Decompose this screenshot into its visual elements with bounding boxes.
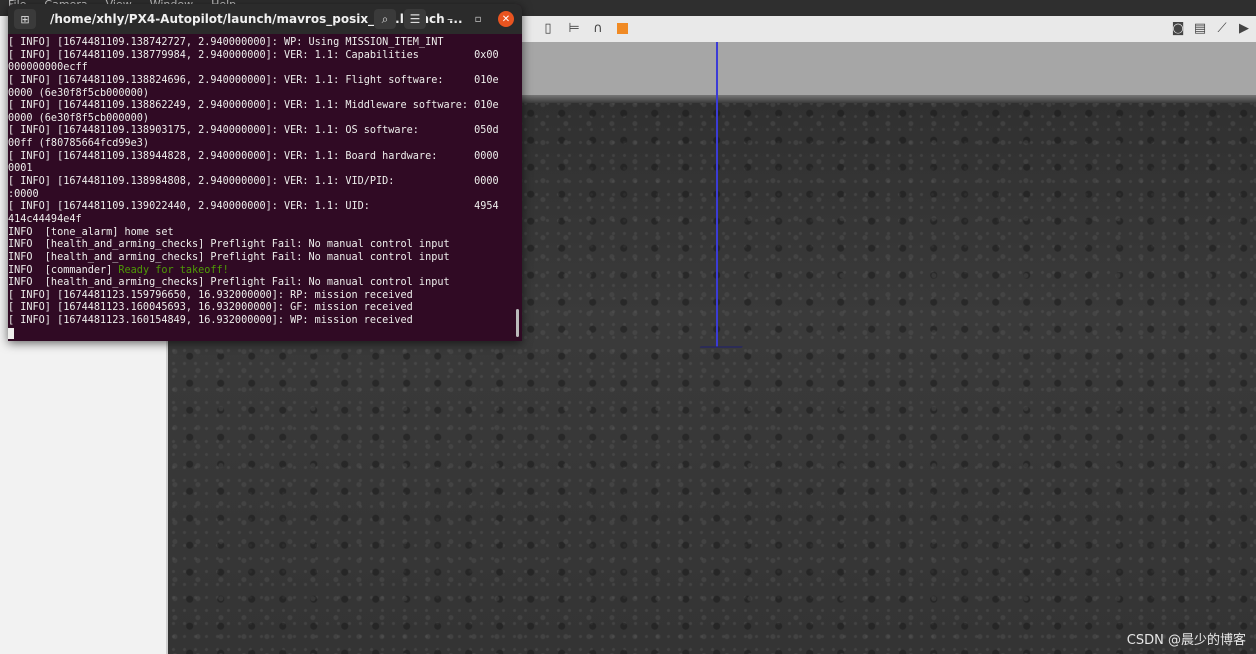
terminal-line: [ INFO] [1674481109.139022440, 2.9400000… (8, 201, 499, 213)
screenshot-icon[interactable]: ◙ (1170, 20, 1186, 36)
terminal-line: [ INFO] [1674481109.138903175, 2.9400000… (8, 125, 499, 137)
align-icon[interactable]: ⊨ (566, 20, 582, 36)
text-cursor (8, 327, 14, 339)
terminal-line: 000000000ecff (8, 62, 88, 74)
terminal-line: 414c44494e4f (8, 213, 82, 225)
terminal-line: 0000 (6e30f8f5cb000000) (8, 112, 150, 124)
terminal-line: [ INFO] [1674481109.138862249, 2.9400000… (8, 100, 499, 112)
terminal-line: INFO [health_and_arming_checks] Prefligh… (8, 239, 450, 251)
terminal-line: [ INFO] [1674481123.160154849, 16.932000… (8, 315, 413, 327)
terminal-window[interactable]: ⊞ /home/xhly/PX4-Autopilot/launch/mavros… (8, 4, 522, 341)
close-icon: ✕ (501, 13, 511, 25)
terminal-line: INFO [tone_alarm] home set (8, 226, 174, 238)
terminal-line: INFO [health_and_arming_checks] Prefligh… (8, 251, 450, 263)
terminal-line: :0000 (8, 188, 39, 200)
minimize-button[interactable]: – (440, 9, 460, 29)
ready-for-takeoff-text: Ready for takeoff! (118, 264, 229, 276)
color-cube-icon[interactable] (614, 20, 630, 36)
search-button[interactable]: ⌕ (374, 9, 396, 29)
terminal-prompt[interactable] (8, 327, 513, 341)
terminal-title: /home/xhly/PX4-Autopilot/launch/mavros_p… (50, 12, 463, 26)
video-icon[interactable]: ▶ (1236, 20, 1252, 36)
terminal-header: ⊞ /home/xhly/PX4-Autopilot/launch/mavros… (8, 4, 522, 34)
log-icon[interactable]: ▤ (1192, 20, 1208, 36)
new-tab-button[interactable]: ⊞ (14, 9, 36, 29)
terminal-line: [ INFO] [1674481109.138984808, 2.9400000… (8, 176, 499, 188)
plot-icon[interactable]: ⟋ (1214, 20, 1230, 36)
commander-prefix: INFO [commander] (8, 264, 119, 276)
terminal-line: 00ff (f80785664fcd99e3) (8, 138, 150, 150)
terminal-line: [ INFO] [1674481123.159796650, 16.932000… (8, 289, 413, 301)
copy-icon[interactable]: ▯ (540, 20, 556, 36)
magnet-icon[interactable]: ∩ (590, 20, 606, 36)
terminal-line: [ INFO] [1674481109.138779984, 2.9400000… (8, 49, 499, 61)
terminal-line-commander: INFO [commander] Ready for takeoff! (8, 265, 513, 278)
menu-icon: ☰ (409, 12, 421, 26)
new-tab-icon: ⊞ (20, 12, 30, 26)
minimize-icon: – (447, 12, 453, 26)
hamburger-menu-button[interactable]: ☰ (404, 9, 426, 29)
terminal-output[interactable]: [ INFO] [1674481109.138742727, 2.9400000… (8, 37, 513, 341)
watermark-text: CSDN @晨少的博客 (1126, 633, 1246, 648)
terminal-line: [ INFO] [1674481109.138742727, 2.9400000… (8, 37, 444, 48)
search-icon: ⌕ (381, 11, 389, 26)
terminal-scrollbar[interactable] (516, 309, 519, 337)
terminal-line: [ INFO] [1674481109.138824696, 2.9400000… (8, 74, 499, 86)
terminal-line: 0001 (8, 163, 33, 175)
terminal-line: 0000 (6e30f8f5cb000000) (8, 87, 150, 99)
maximize-button[interactable]: ▫ (468, 9, 488, 29)
terminal-line: [ INFO] [1674481109.138944828, 2.9400000… (8, 150, 499, 162)
terminal-line: INFO [health_and_arming_checks] Prefligh… (8, 277, 450, 289)
z-axis-line (716, 42, 718, 347)
close-button[interactable]: ✕ (498, 11, 514, 27)
maximize-icon: ▫ (474, 13, 482, 25)
terminal-line: [ INFO] [1674481123.160045693, 16.932000… (8, 302, 413, 314)
